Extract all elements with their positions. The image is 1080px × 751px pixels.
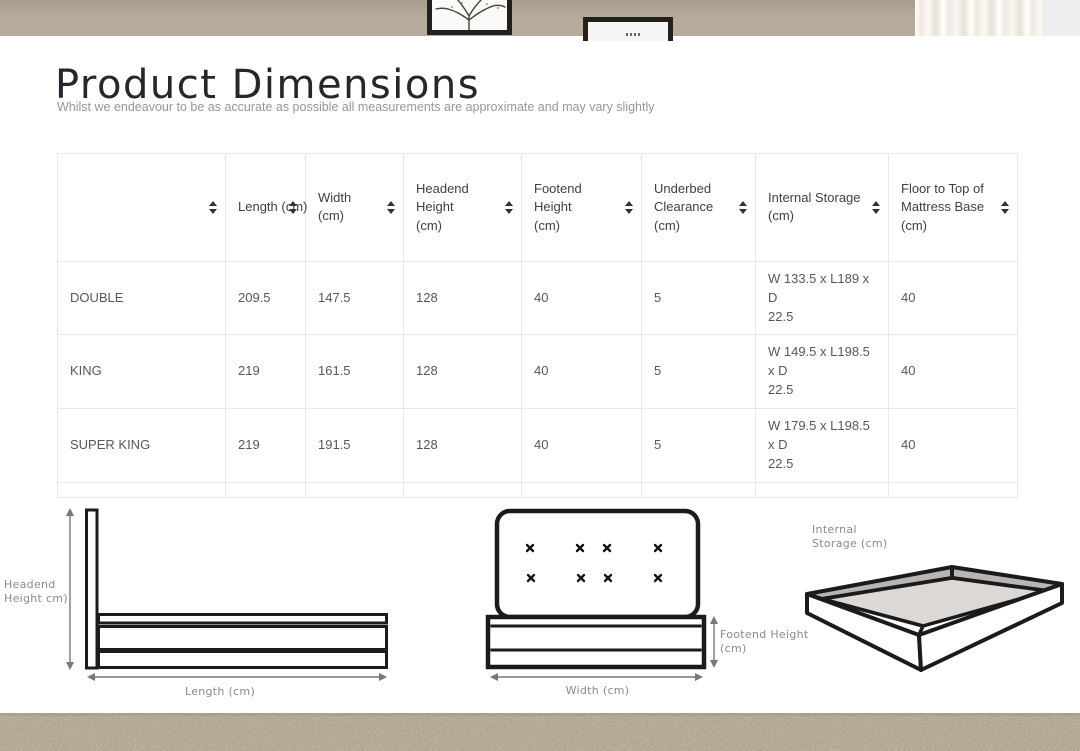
- column-header-length[interactable]: Length (cm): [226, 154, 306, 262]
- width-cell: 147.5: [306, 261, 404, 335]
- size-name-cell: KING: [58, 335, 226, 409]
- width-cell: 161.5: [306, 335, 404, 409]
- column-header-underbed-clearance[interactable]: Underbed Clearance (cm): [642, 154, 756, 262]
- internal-storage-label: Internal Storage (cm): [812, 523, 897, 551]
- column-header-name[interactable]: [58, 154, 226, 262]
- sort-icon[interactable]: [209, 201, 217, 214]
- footend-height-label: Footend Height (cm): [720, 628, 815, 656]
- headboard-buttons: [527, 545, 661, 581]
- underbed-clearance-cell: 5: [642, 335, 756, 409]
- small-picture-frame: [583, 17, 673, 41]
- frame-artwork-mark: [626, 33, 642, 36]
- column-header-internal-storage[interactable]: Internal Storage (cm): [756, 154, 889, 262]
- column-header-width[interactable]: Width (cm): [306, 154, 404, 262]
- storage-box-diagram: [807, 567, 1062, 670]
- column-header-label: Underbed Clearance (cm): [654, 181, 713, 232]
- bed-side-view-diagram: [66, 508, 387, 681]
- column-header-label: Width (cm): [318, 190, 351, 223]
- column-header-label: Floor to Top of Mattress Base (cm): [901, 181, 984, 232]
- length-label: Length (cm): [160, 685, 280, 699]
- bedroom-photo-strip: [0, 0, 1080, 36]
- table-row-king: KING 219 161.5 128 40 5 W 149.5 x L198.5…: [58, 335, 1018, 409]
- width-cell: 191.5: [306, 409, 404, 483]
- page-subtitle: Whilst we endeavour to be as accurate as…: [57, 100, 655, 114]
- headend-height-cell: 128: [404, 335, 522, 409]
- size-name-cell: DOUBLE: [58, 261, 226, 335]
- headend-height-cell: 128: [404, 409, 522, 483]
- sort-icon[interactable]: [625, 201, 633, 214]
- dimensions-table: Length (cm) Width (cm) Headend Height (c…: [57, 153, 1017, 498]
- tree-picture-frame: [427, 0, 512, 35]
- column-header-label: Internal Storage (cm): [768, 190, 861, 223]
- width-label: Width (cm): [540, 684, 655, 698]
- column-header-label: Headend Height (cm): [416, 181, 469, 232]
- size-name-cell: SUPER KING: [58, 409, 226, 483]
- headend-height-cell: 128: [404, 261, 522, 335]
- sort-icon[interactable]: [739, 201, 747, 214]
- sort-icon[interactable]: [289, 201, 297, 214]
- footend-height-cell: 40: [522, 335, 642, 409]
- internal-storage-cell: W 133.5 x L189 x D 22.5: [756, 261, 889, 335]
- column-header-headend-height[interactable]: Headend Height (cm): [404, 154, 522, 262]
- carpet-photo-strip: [0, 713, 1080, 751]
- floor-to-top-cell: 40: [889, 409, 1018, 483]
- column-header-label: Footend Height (cm): [534, 181, 582, 232]
- internal-storage-cell: W 149.5 x L198.5 x D 22.5: [756, 335, 889, 409]
- length-cell: 209.5: [226, 261, 306, 335]
- empty-footer-row: [58, 482, 1018, 497]
- sort-icon[interactable]: [505, 201, 513, 214]
- bed-front-view-diagram: [488, 511, 718, 681]
- header-row: Length (cm) Width (cm) Headend Height (c…: [58, 154, 1018, 262]
- floor-to-top-cell: 40: [889, 261, 1018, 335]
- internal-storage-cell: W 179.5 x L198.5 x D 22.5: [756, 409, 889, 483]
- column-header-footend-height[interactable]: Footend Height (cm): [522, 154, 642, 262]
- sort-icon[interactable]: [1001, 201, 1009, 214]
- underbed-clearance-cell: 5: [642, 409, 756, 483]
- table-row-double: DOUBLE 209.5 147.5 128 40 5 W 133.5 x L1…: [58, 261, 1018, 335]
- length-cell: 219: [226, 409, 306, 483]
- product-dimensions-page: Product Dimensions Whilst we endeavour t…: [0, 0, 1080, 751]
- curtain: [915, 0, 1045, 36]
- sort-icon[interactable]: [387, 201, 395, 214]
- footend-height-cell: 40: [522, 261, 642, 335]
- wardrobe-panel: [1045, 0, 1080, 36]
- underbed-clearance-cell: 5: [642, 261, 756, 335]
- column-header-floor-to-top[interactable]: Floor to Top of Mattress Base (cm): [889, 154, 1018, 262]
- headend-height-label: Headend Height cm): [4, 578, 74, 606]
- tree-illustration: [432, 0, 507, 30]
- length-cell: 219: [226, 335, 306, 409]
- footend-height-cell: 40: [522, 409, 642, 483]
- sort-icon[interactable]: [872, 201, 880, 214]
- floor-to-top-cell: 40: [889, 335, 1018, 409]
- table-row-super-king: SUPER KING 219 191.5 128 40 5 W 179.5 x …: [58, 409, 1018, 483]
